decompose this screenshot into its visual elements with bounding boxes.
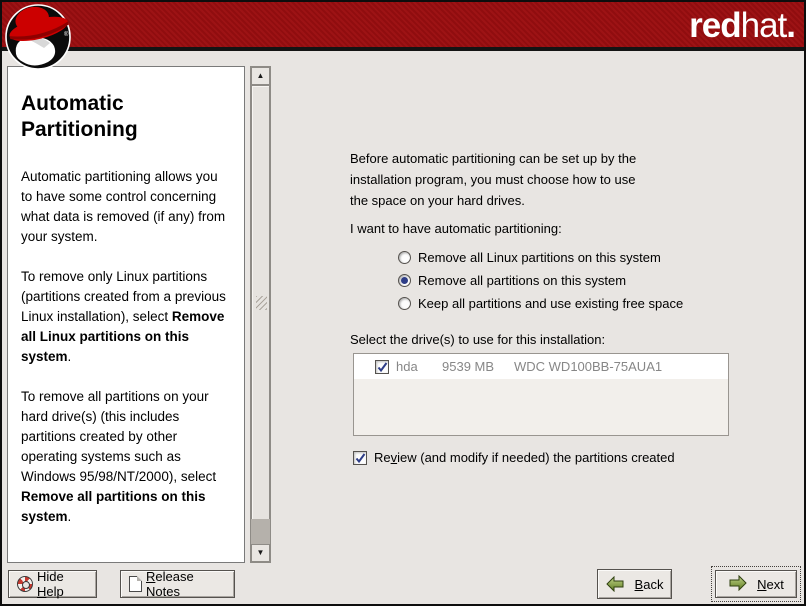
- drive-name: hda: [396, 359, 442, 374]
- top-banner: redhat.: [2, 2, 804, 51]
- svg-text:®: ®: [64, 31, 69, 38]
- scrollbar-thumb[interactable]: [251, 85, 270, 521]
- wordmark-red: red: [689, 6, 740, 45]
- wordmark-hat: hat: [741, 6, 787, 45]
- back-button[interactable]: Back: [597, 569, 672, 599]
- next-label: Next: [757, 577, 784, 592]
- drive-row-hda[interactable]: hda 9539 MB WDC WD100BB-75AUA1: [354, 354, 728, 379]
- wordmark-dot: .: [786, 6, 795, 45]
- life-ring-icon: [17, 576, 33, 592]
- review-label: Review (and modify if needed) the partit…: [374, 450, 675, 465]
- intro-line: Before automatic partitioning can be set…: [350, 148, 636, 169]
- help-paragraph-1-text: Automatic partitioning allows you to hav…: [21, 169, 225, 244]
- hide-help-button[interactable]: Hide Help: [8, 570, 97, 598]
- radio-button[interactable]: [398, 297, 411, 310]
- help-title: Automatic Partitioning: [21, 91, 181, 143]
- help-paragraph-2: To remove only Linux partitions (partiti…: [21, 267, 232, 367]
- radio-option-keep-all[interactable]: Keep all partitions and use existing fre…: [398, 292, 683, 315]
- review-label-pre: Re: [374, 450, 391, 465]
- intro-text: Before automatic partitioning can be set…: [350, 148, 636, 211]
- help-paragraph-2-post: .: [68, 349, 72, 364]
- help-scrollbar[interactable]: ▲ ▼: [250, 66, 271, 563]
- drive-list[interactable]: hda 9539 MB WDC WD100BB-75AUA1: [353, 353, 729, 436]
- drive-checkbox[interactable]: [375, 360, 389, 374]
- radio-button[interactable]: [398, 274, 411, 287]
- radio-button[interactable]: [398, 251, 411, 264]
- drive-size: 9539 MB: [442, 359, 514, 374]
- drive-model: WDC WD100BB-75AUA1: [514, 359, 662, 374]
- arrow-left-icon: [606, 576, 625, 592]
- release-notes-button[interactable]: Release Notes: [120, 570, 235, 598]
- help-paragraph-3-post: .: [68, 509, 72, 524]
- review-checkbox[interactable]: [353, 451, 367, 465]
- review-partitions-option[interactable]: Review (and modify if needed) the partit…: [353, 450, 675, 465]
- document-icon: [129, 576, 142, 592]
- back-label: Back: [635, 577, 664, 592]
- scroll-up-icon[interactable]: ▲: [251, 67, 270, 85]
- review-label-post: iew (and modify if needed) the partition…: [397, 450, 675, 465]
- scrollbar-grip: [256, 296, 267, 310]
- hide-help-label: Hide Help: [37, 569, 88, 599]
- partitioning-radio-group: Remove all Linux partitions on this syst…: [398, 246, 683, 315]
- radio-label: Remove all Linux partitions on this syst…: [418, 250, 661, 265]
- redhat-shadowman-logo-icon: ®: [4, 2, 73, 71]
- drive-select-label: Select the drive(s) to use for this inst…: [350, 332, 605, 347]
- help-paragraph-3: To remove all partitions on your hard dr…: [21, 387, 232, 527]
- installer-window: redhat. ® Automatic Partitioning Automat…: [0, 0, 806, 606]
- scrollbar-trough[interactable]: [251, 519, 270, 544]
- help-paragraph-3-bold: Remove all partitions on this system: [21, 489, 206, 524]
- intro-line: installation program, you must choose ho…: [350, 169, 636, 190]
- help-paragraph-1: Automatic partitioning allows you to hav…: [21, 167, 232, 247]
- scroll-down-icon[interactable]: ▼: [251, 544, 270, 562]
- intro-line: the space on your hard drives.: [350, 190, 636, 211]
- radio-label: Keep all partitions and use existing fre…: [418, 296, 683, 311]
- next-button[interactable]: Next: [715, 570, 797, 598]
- help-panel: Automatic Partitioning Automatic partiti…: [7, 66, 245, 563]
- next-button-focus-frame: Next: [711, 566, 801, 602]
- release-notes-label: Release Notes: [146, 569, 226, 599]
- arrow-right-icon: [728, 575, 747, 594]
- radio-option-remove-linux[interactable]: Remove all Linux partitions on this syst…: [398, 246, 683, 269]
- redhat-wordmark: redhat.: [689, 8, 795, 43]
- partitioning-prompt-label: I want to have automatic partitioning:: [350, 221, 562, 236]
- help-paragraph-3-pre: To remove all partitions on your hard dr…: [21, 389, 216, 484]
- radio-option-remove-all[interactable]: Remove all partitions on this system: [398, 269, 683, 292]
- radio-label: Remove all partitions on this system: [418, 273, 626, 288]
